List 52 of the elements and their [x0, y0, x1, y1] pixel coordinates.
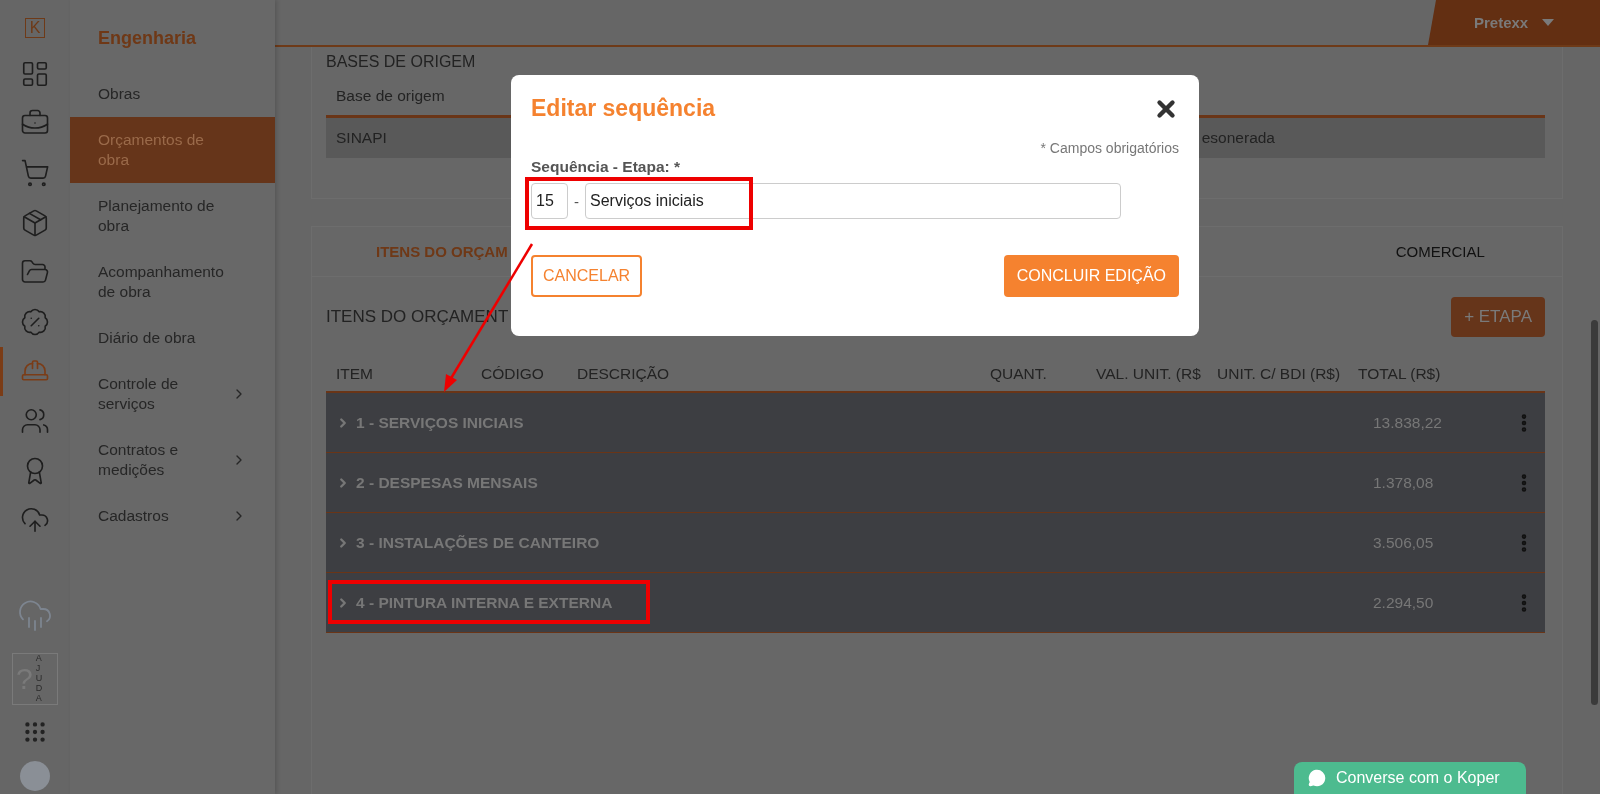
column-header: TOTAL (R$) — [1358, 365, 1442, 383]
row-label: 4 - PINTURA INTERNA E EXTERNA — [356, 593, 614, 612]
cancel-button[interactable]: CANCELAR — [531, 255, 643, 297]
column-header: CÓDIGO — [481, 365, 545, 383]
tab[interactable]: ITENS DO ORÇAM — [376, 243, 508, 260]
row-total: 2.294,50 — [1373, 593, 1435, 612]
row-total: 1.378,08 — [1373, 473, 1435, 492]
table-row[interactable]: 3 - INSTALAÇÕES DE CANTEIRO 3.506,05 — [326, 513, 1545, 573]
column-header: VAL. UNIT. (R$ — [1096, 365, 1202, 383]
card-title: BASES DE ORIGEM — [326, 52, 477, 72]
table-cell: SINAPI — [336, 129, 387, 147]
field-label: Sequência - Etapa: * — [531, 158, 681, 176]
table-row[interactable]: 1 - SERVIÇOS INICIAIS 13.838,22 — [326, 393, 1545, 453]
tab[interactable]: COMERCIAL — [1395, 243, 1485, 260]
menu-title: Engenharia — [97, 28, 198, 50]
menu-item[interactable]: Controle de serviços — [70, 361, 275, 427]
row-label: 2 - DESPESAS MENSAIS — [356, 473, 539, 492]
column-header: ITEM — [336, 365, 375, 383]
sequence-field[interactable]: 15 — [531, 183, 568, 219]
row-total: 13.838,22 — [1373, 413, 1443, 432]
column-header: QUANT. — [990, 365, 1048, 383]
separator: - — [574, 192, 579, 210]
dialog-title: Editar sequência — [531, 95, 716, 122]
chat-icon — [1308, 769, 1326, 787]
box-icon[interactable] — [20, 207, 50, 238]
column-header: DESCRIÇÃO — [577, 365, 671, 383]
cart-icon[interactable] — [20, 158, 50, 188]
menu-item[interactable]: Planejamento de obra — [70, 183, 275, 249]
user-menu[interactable]: Pretexx — [1428, 0, 1600, 45]
row-total: 3.506,05 — [1373, 533, 1435, 552]
menu-item[interactable]: Cadastros — [70, 493, 275, 539]
user-avatar[interactable] — [20, 760, 50, 791]
chat-button[interactable]: Converse com o Koper — [1294, 762, 1526, 794]
add-stage-button[interactable]: + ETAPA — [1451, 297, 1545, 337]
required-note: * Campos obrigatórios — [1039, 140, 1179, 156]
row-label: 1 - SERVIÇOS INICIAIS — [356, 413, 525, 432]
stage-field[interactable]: Serviços iniciais — [585, 183, 1121, 219]
percent-icon[interactable] — [20, 306, 50, 337]
table-cell: esonerada — [1201, 129, 1275, 147]
menu-item[interactable]: Diário de obra — [70, 315, 275, 361]
scrollbar[interactable] — [1591, 320, 1598, 705]
caret-icon — [1542, 19, 1555, 26]
menu-item[interactable]: Contratos e medições — [70, 427, 275, 493]
menu-item[interactable]: Obras — [70, 71, 275, 117]
logo[interactable]: K — [25, 18, 45, 38]
table-row[interactable]: 2 - DESPESAS MENSAIS 1.378,08 — [326, 453, 1545, 513]
menu-item[interactable]: Acompanhamento de obra — [70, 249, 275, 315]
column-header: UNIT. C/ BDI (R$) — [1217, 365, 1342, 383]
table-row[interactable]: 4 - PINTURA INTERNA E EXTERNA 2.294,50 — [326, 573, 1545, 633]
confirm-button[interactable]: CONCLUIR EDIÇÃO — [1003, 255, 1179, 297]
row-label: 3 - INSTALAÇÕES DE CANTEIRO — [356, 533, 601, 552]
column-header: Base de origem — [336, 87, 445, 104]
